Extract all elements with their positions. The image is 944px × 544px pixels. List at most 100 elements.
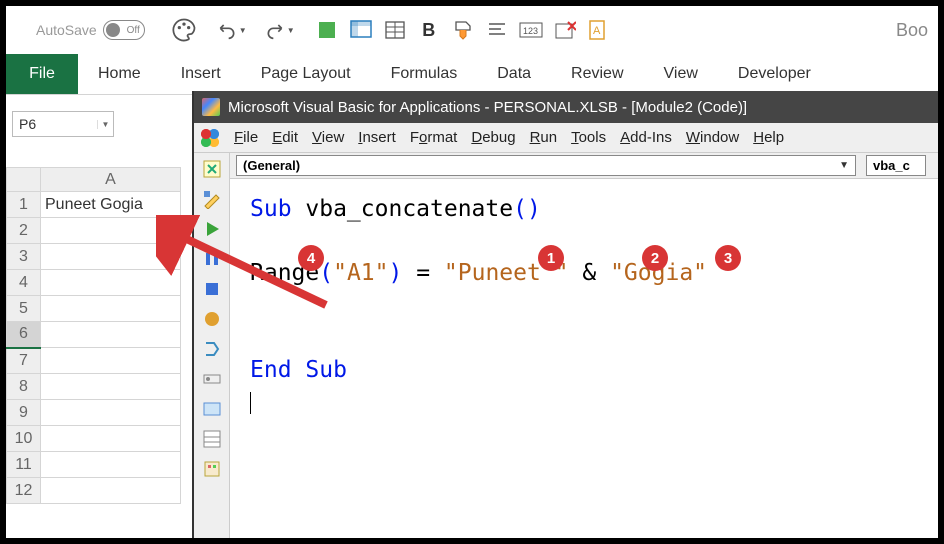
cell[interactable] bbox=[41, 244, 181, 270]
cell[interactable] bbox=[41, 374, 181, 400]
tab-data[interactable]: Data bbox=[477, 54, 551, 94]
align-icon bbox=[487, 21, 507, 39]
spreadsheet-grid[interactable]: A 1Puneet Gogia 2 3 4 5 6 7 8 9 10 11 12 bbox=[6, 167, 181, 504]
clear-button[interactable] bbox=[551, 16, 579, 44]
tab-review[interactable]: Review bbox=[551, 54, 643, 94]
menu-file[interactable]: File bbox=[234, 129, 258, 146]
vbe-combo-row: (General)▼ vba_c bbox=[230, 153, 938, 179]
paint-format-button[interactable] bbox=[449, 16, 477, 44]
undo-button[interactable]: ▼ bbox=[211, 16, 253, 44]
menu-run[interactable]: Run bbox=[530, 129, 558, 146]
autosave-toggle[interactable]: AutoSave Off bbox=[36, 20, 145, 40]
menu-window[interactable]: Window bbox=[686, 129, 739, 146]
properties-icon[interactable] bbox=[202, 429, 222, 449]
theme-button[interactable] bbox=[163, 16, 205, 44]
palette-icon bbox=[170, 16, 198, 44]
row-header[interactable]: 10 bbox=[7, 426, 41, 452]
name-box[interactable]: P6 ▼ bbox=[12, 111, 114, 137]
chevron-down-icon[interactable]: ▼ bbox=[839, 160, 849, 171]
redo-icon bbox=[265, 20, 285, 40]
project-icon[interactable] bbox=[202, 399, 222, 419]
menu-view[interactable]: View bbox=[312, 129, 344, 146]
breakpoint-icon[interactable] bbox=[202, 309, 222, 329]
break-icon[interactable] bbox=[202, 249, 222, 269]
run-icon[interactable] bbox=[202, 219, 222, 239]
cell[interactable] bbox=[41, 270, 181, 296]
ribbon-tabs: File Home Insert Page Layout Formulas Da… bbox=[6, 54, 938, 94]
autosave-label: AutoSave bbox=[36, 22, 97, 38]
cell[interactable] bbox=[41, 348, 181, 374]
text-cursor bbox=[250, 392, 251, 414]
cell-a1[interactable]: Puneet Gogia bbox=[41, 192, 181, 218]
format-cells-button[interactable]: A bbox=[585, 16, 613, 44]
cell[interactable] bbox=[41, 478, 181, 504]
redo-button[interactable]: ▼ bbox=[259, 16, 301, 44]
tab-developer[interactable]: Developer bbox=[718, 54, 831, 94]
col-header-a[interactable]: A bbox=[41, 168, 181, 192]
code-pane[interactable]: Sub vba_concatenate() Range("A1") = "Pun… bbox=[230, 179, 938, 538]
table-button[interactable] bbox=[381, 16, 409, 44]
tab-insert[interactable]: Insert bbox=[161, 54, 241, 94]
menu-tools[interactable]: Tools bbox=[571, 129, 606, 146]
cell[interactable] bbox=[41, 218, 181, 244]
row-header[interactable]: 12 bbox=[7, 478, 41, 504]
row-header[interactable]: 11 bbox=[7, 452, 41, 478]
cell[interactable] bbox=[41, 400, 181, 426]
menu-addins[interactable]: Add-Ins bbox=[620, 129, 672, 146]
fill-square-icon bbox=[317, 20, 337, 40]
row-header[interactable]: 4 bbox=[7, 270, 41, 296]
cell[interactable] bbox=[41, 452, 181, 478]
select-all-corner[interactable] bbox=[7, 168, 41, 192]
table-icon bbox=[385, 21, 405, 39]
menu-format[interactable]: Format bbox=[410, 129, 458, 146]
tab-view[interactable]: View bbox=[644, 54, 718, 94]
chevron-down-icon[interactable]: ▼ bbox=[97, 120, 113, 129]
code-end-sub: End Sub bbox=[250, 357, 347, 383]
row-header[interactable]: 2 bbox=[7, 218, 41, 244]
format-icon: A bbox=[588, 19, 610, 41]
step-icon[interactable] bbox=[202, 339, 222, 359]
vbe-window: Microsoft Visual Basic for Applications … bbox=[192, 91, 938, 538]
code-amp: & bbox=[569, 260, 611, 286]
row-header[interactable]: 8 bbox=[7, 374, 41, 400]
number-format-button[interactable]: 123 bbox=[517, 16, 545, 44]
chevron-down-icon: ▼ bbox=[239, 26, 247, 35]
tab-page-layout[interactable]: Page Layout bbox=[241, 54, 371, 94]
fill-color-button[interactable] bbox=[313, 16, 341, 44]
row-header[interactable]: 9 bbox=[7, 400, 41, 426]
watch-icon[interactable] bbox=[202, 369, 222, 389]
menu-help[interactable]: Help bbox=[753, 129, 784, 146]
bold-button[interactable]: B bbox=[415, 16, 443, 44]
workbook-name-fragment: Boo bbox=[896, 20, 928, 41]
row-header[interactable]: 5 bbox=[7, 296, 41, 322]
object-browser-icon[interactable] bbox=[202, 459, 222, 479]
vbe-title-text: Microsoft Visual Basic for Applications … bbox=[228, 99, 747, 116]
svg-text:123: 123 bbox=[523, 26, 538, 36]
row-header[interactable]: 7 bbox=[7, 348, 41, 374]
object-combo[interactable]: (General)▼ bbox=[236, 155, 856, 176]
procedure-combo-value: vba_c bbox=[873, 158, 910, 173]
annotation-badge-1: 1 bbox=[538, 245, 564, 271]
pivot-button[interactable] bbox=[347, 16, 375, 44]
menu-edit[interactable]: Edit bbox=[272, 129, 298, 146]
toggle-switch[interactable]: Off bbox=[103, 20, 145, 40]
align-button[interactable] bbox=[483, 16, 511, 44]
menu-debug[interactable]: Debug bbox=[471, 129, 515, 146]
procedure-combo[interactable]: vba_c bbox=[866, 155, 926, 176]
vbe-menubar: File Edit View Insert Format Debug Run T… bbox=[194, 123, 938, 153]
reset-icon[interactable] bbox=[202, 279, 222, 299]
tab-home[interactable]: Home bbox=[78, 54, 161, 94]
tab-formulas[interactable]: Formulas bbox=[371, 54, 478, 94]
cell[interactable] bbox=[41, 322, 181, 348]
code-sub-name: vba_concatenate bbox=[305, 196, 513, 222]
row-header[interactable]: 1 bbox=[7, 192, 41, 218]
design-icon[interactable] bbox=[202, 189, 222, 209]
tab-file[interactable]: File bbox=[6, 54, 78, 94]
cell[interactable] bbox=[41, 296, 181, 322]
row-header-selected[interactable]: 6 bbox=[7, 322, 41, 348]
excel-view-icon[interactable] bbox=[202, 159, 222, 179]
vbe-titlebar[interactable]: Microsoft Visual Basic for Applications … bbox=[194, 91, 938, 123]
row-header[interactable]: 3 bbox=[7, 244, 41, 270]
cell[interactable] bbox=[41, 426, 181, 452]
menu-insert[interactable]: Insert bbox=[358, 129, 396, 146]
